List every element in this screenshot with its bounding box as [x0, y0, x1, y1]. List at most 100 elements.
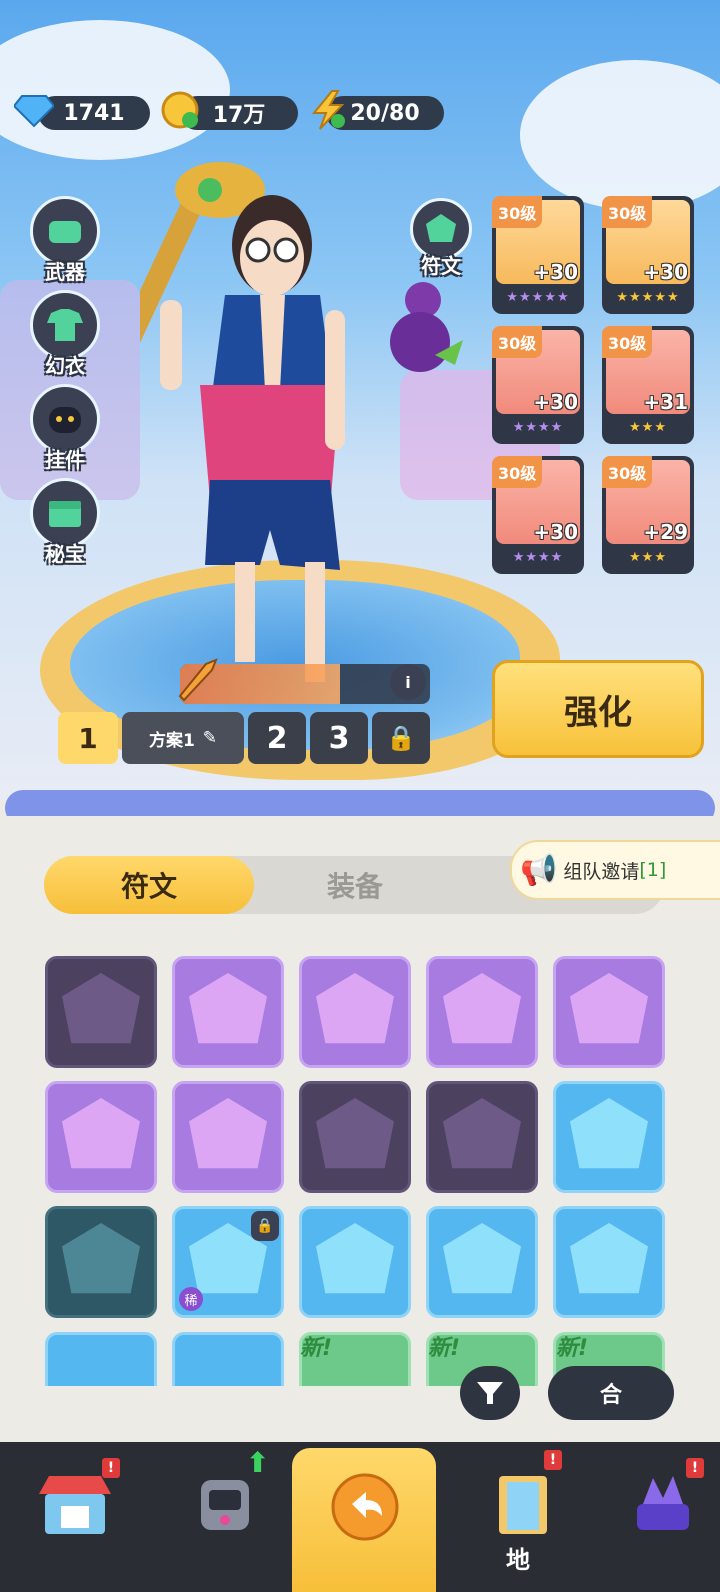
rune-item[interactable]: [299, 956, 411, 1068]
rune-item[interactable]: [553, 1206, 665, 1318]
plan-2-tab[interactable]: 2: [248, 712, 306, 764]
rune-item[interactable]: [553, 1081, 665, 1193]
edit-icon: ✎: [202, 728, 218, 748]
plan-name: 方案1: [148, 730, 195, 751]
menu-treasure[interactable]: 秘宝: [26, 478, 104, 567]
equip-stars: ★★★★★: [506, 290, 570, 305]
menu-weapon-label: 武器: [45, 260, 85, 284]
energy-bolt-icon: [306, 88, 350, 132]
equip-plus: +30: [643, 260, 688, 284]
plan-name-edit[interactable]: 方案1 ✎: [122, 712, 244, 764]
rune-item[interactable]: [45, 1332, 157, 1386]
equip-slot-helmet[interactable]: 30级 +30 ★★★★★: [492, 196, 584, 314]
rune-item[interactable]: [45, 956, 157, 1068]
equip-slot-orb[interactable]: 30级 +29 ★★★: [602, 456, 694, 574]
menu-treasure-label: 秘宝: [45, 542, 85, 566]
gold-coin-icon: [158, 88, 202, 132]
lock-icon[interactable]: 🔒: [372, 712, 430, 764]
strengthen-button[interactable]: 强化: [492, 660, 704, 758]
rune-button-label: 符文: [421, 254, 461, 278]
diamond-icon: [12, 88, 56, 132]
menu-pendant[interactable]: 挂件: [26, 384, 104, 473]
new-tag: 新!: [556, 1336, 589, 1361]
equip-plus: +30: [533, 260, 578, 284]
strengthen-label: 强化: [564, 692, 632, 733]
plan-1-tab[interactable]: 1: [58, 712, 118, 764]
diamond-value: 1741: [63, 100, 125, 126]
menu-costume[interactable]: 幻衣: [26, 290, 104, 379]
tab-equip[interactable]: 装备: [270, 856, 440, 914]
equip-level: 30级: [602, 326, 653, 358]
merge-button[interactable]: 合: [548, 1366, 674, 1420]
menu-weapon[interactable]: 武器: [26, 196, 104, 285]
gold-value: 17万: [212, 103, 266, 128]
plan-1-label: 1: [78, 721, 98, 755]
rune-item[interactable]: 🔒 稀: [172, 1206, 284, 1318]
map-door-icon: [499, 1476, 547, 1534]
equip-stars: ★★★: [629, 420, 667, 435]
rune-item[interactable]: [553, 956, 665, 1068]
equip-plus: +30: [533, 520, 578, 544]
nav-map-label: 地: [506, 1546, 530, 1574]
rune-item[interactable]: [45, 1081, 157, 1193]
rune-item[interactable]: [426, 956, 538, 1068]
megaphone-icon: 📢: [520, 852, 558, 888]
new-tag: 新!: [300, 1336, 333, 1361]
equip-level: 30级: [602, 196, 653, 228]
equip-plus: +29: [643, 520, 688, 544]
return-icon: [331, 1473, 399, 1541]
rune-item[interactable]: [172, 956, 284, 1068]
tab-rune-label: 符文: [120, 870, 177, 903]
lock-icon: 🔒: [251, 1211, 279, 1241]
rune-item[interactable]: [426, 1206, 538, 1318]
equip-level: 30级: [602, 456, 653, 488]
equip-slot-boots[interactable]: 30级 +30 ★★★★: [492, 456, 584, 574]
info-icon[interactable]: i: [390, 664, 426, 700]
equip-plus: +30: [533, 390, 578, 414]
equip-stars: ★★★★: [512, 420, 564, 435]
magic-hat-icon: [637, 1476, 689, 1530]
notification-badge: !: [102, 1458, 120, 1478]
equip-stars: ★★★: [629, 550, 667, 565]
equip-plus: +31: [643, 390, 688, 414]
notification-badge: !: [686, 1458, 704, 1478]
filter-button[interactable]: [460, 1366, 520, 1420]
tab-rune[interactable]: 符文: [44, 856, 254, 914]
notification-badge: !: [544, 1450, 562, 1470]
plan-2-label: 2: [266, 720, 288, 756]
equip-slot-pants[interactable]: 30级 +31 ★★★: [602, 326, 694, 444]
cloud: [520, 60, 720, 210]
equip-level: 30级: [492, 196, 543, 228]
filter-icon: [477, 1382, 503, 1404]
invite-text: 组队邀请: [563, 860, 640, 883]
equip-level: 30级: [492, 326, 543, 358]
rune-button[interactable]: 符文: [406, 198, 476, 279]
sword-icon: [176, 656, 222, 706]
equip-stars: ★★★★: [512, 550, 564, 565]
equip-stars: ★★★★★: [616, 290, 680, 305]
merge-label: 合: [599, 1383, 622, 1408]
energy-value: 20/80: [350, 100, 420, 126]
upgrade-arrow-icon: ⬆: [246, 1446, 270, 1479]
equip-slot-bracer[interactable]: 30级 +30 ★★★★: [492, 326, 584, 444]
rare-tag: 稀: [179, 1287, 203, 1311]
menu-pendant-label: 挂件: [45, 448, 85, 472]
tab-equip-label: 装备: [326, 870, 383, 903]
gourd-icon[interactable]: [375, 270, 465, 380]
invite-count: [1]: [639, 859, 667, 881]
equip-slot-armor[interactable]: 30级 +30 ★★★★★: [602, 196, 694, 314]
team-invite-button[interactable]: 📢 组队邀请 [1]: [510, 840, 720, 900]
rune-item[interactable]: [172, 1081, 284, 1193]
plan-3-tab[interactable]: 3: [310, 712, 368, 764]
rune-item[interactable]: [426, 1081, 538, 1193]
rune-item[interactable]: [299, 1081, 411, 1193]
equip-level: 30级: [492, 456, 543, 488]
plan-3-label: 3: [328, 720, 350, 756]
rune-item[interactable]: [45, 1206, 157, 1318]
rune-item[interactable]: [299, 1206, 411, 1318]
nav-home[interactable]: [292, 1448, 436, 1592]
character-avatar[interactable]: [140, 150, 360, 700]
rune-item[interactable]: [172, 1332, 284, 1386]
new-tag: 新!: [428, 1336, 461, 1361]
menu-costume-label: 幻衣: [45, 354, 85, 378]
